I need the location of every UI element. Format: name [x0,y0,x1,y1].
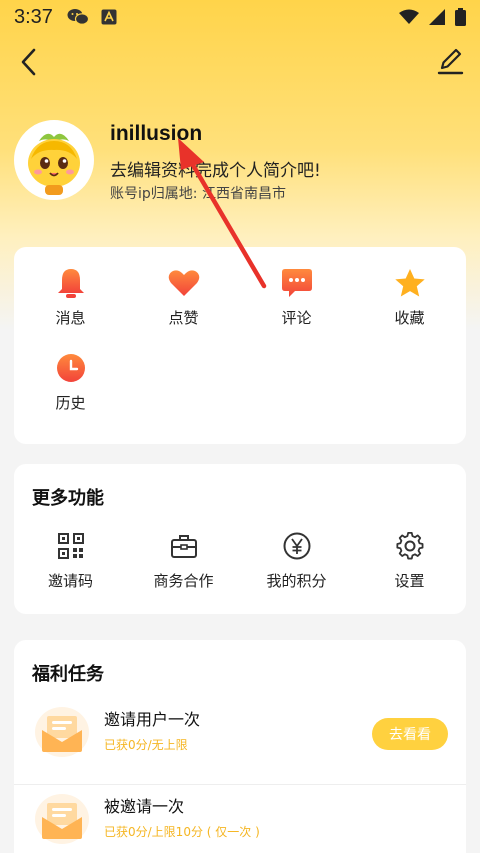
task-title: 邀请用户一次 [104,710,201,729]
pencil-icon [437,48,464,75]
settings-label: 设置 [394,572,425,590]
chevron-left-icon [21,48,36,76]
avatar[interactable] [14,120,94,200]
lemon-mascot-avatar [17,123,91,197]
ip-location: 账号ip归属地: 江西省南昌市 [110,186,286,202]
back-button[interactable] [14,44,44,80]
go-see-button[interactable]: 去看看 [372,718,448,750]
nav-bar [0,42,480,82]
signal-icon [429,9,445,25]
messages-button[interactable]: 消息 [14,267,127,328]
envelope-icon [35,794,89,844]
clock-icon [56,354,85,382]
favorites-label: 收藏 [394,309,425,327]
bell-icon [57,269,84,298]
task-progress: 已获0分/上限10分 ( 仅一次 ) [104,825,260,839]
my-points-button[interactable]: 我的积分 [240,530,353,591]
invite-code-button[interactable]: 邀请码 [14,530,127,591]
status-bar: 3:37 [0,0,480,34]
favorites-button[interactable]: 收藏 [353,267,466,328]
more-features-title: 更多功能 [32,488,104,509]
likes-button[interactable]: 点赞 [127,267,240,328]
envelope-icon [35,707,89,757]
wifi-icon [399,9,419,24]
invite-code-label: 邀请码 [47,572,93,590]
business-cooperation-button[interactable]: 商务合作 [127,530,240,591]
briefcase-icon [170,535,197,558]
my-points-label: 我的积分 [266,572,327,590]
qrcode-icon [57,533,84,559]
comment-icon [281,269,312,297]
comments-label: 评论 [281,309,312,327]
heart-icon [168,270,199,296]
task-item: 被邀请一次 已获0分/上限10分 ( 仅一次 ) [14,784,466,853]
star-icon [394,269,425,297]
task-title: 被邀请一次 [104,797,185,816]
task-progress: 已获0分/无上限 [104,738,188,752]
status-time: 3:37 [14,5,53,28]
welfare-tasks-card: 福利任务 邀请用户一次 已获0分/无上限 去看看 被邀请一次 已获0分/上限10… [14,640,466,853]
settings-button[interactable]: 设置 [353,530,466,591]
more-features-card: 更多功能 邀请码 商务合作 我的积分 设置 [14,464,466,614]
app-notification-icon [101,9,117,25]
profile-section: inillusion 去编辑资料完成个人简介吧! 账号ip归属地: 江西省南昌市 [14,118,466,208]
activity-card: 消息 点赞 评论 收藏 历史 [14,247,466,444]
messages-label: 消息 [55,309,86,327]
history-label: 历史 [55,394,86,412]
wechat-icon [67,9,89,25]
battery-icon [455,8,466,26]
comments-button[interactable]: 评论 [240,267,353,328]
yen-coin-icon [283,532,310,560]
welfare-tasks-title: 福利任务 [32,664,104,685]
likes-label: 点赞 [168,309,199,327]
username: inillusion [110,122,203,145]
edit-profile-button[interactable] [434,44,466,80]
business-cooperation-label: 商务合作 [153,572,214,590]
task-item: 邀请用户一次 已获0分/无上限 去看看 [14,698,466,782]
gear-icon [395,532,423,560]
profile-bio-prompt[interactable]: 去编辑资料完成个人简介吧! [110,156,321,181]
history-button[interactable]: 历史 [14,352,127,413]
